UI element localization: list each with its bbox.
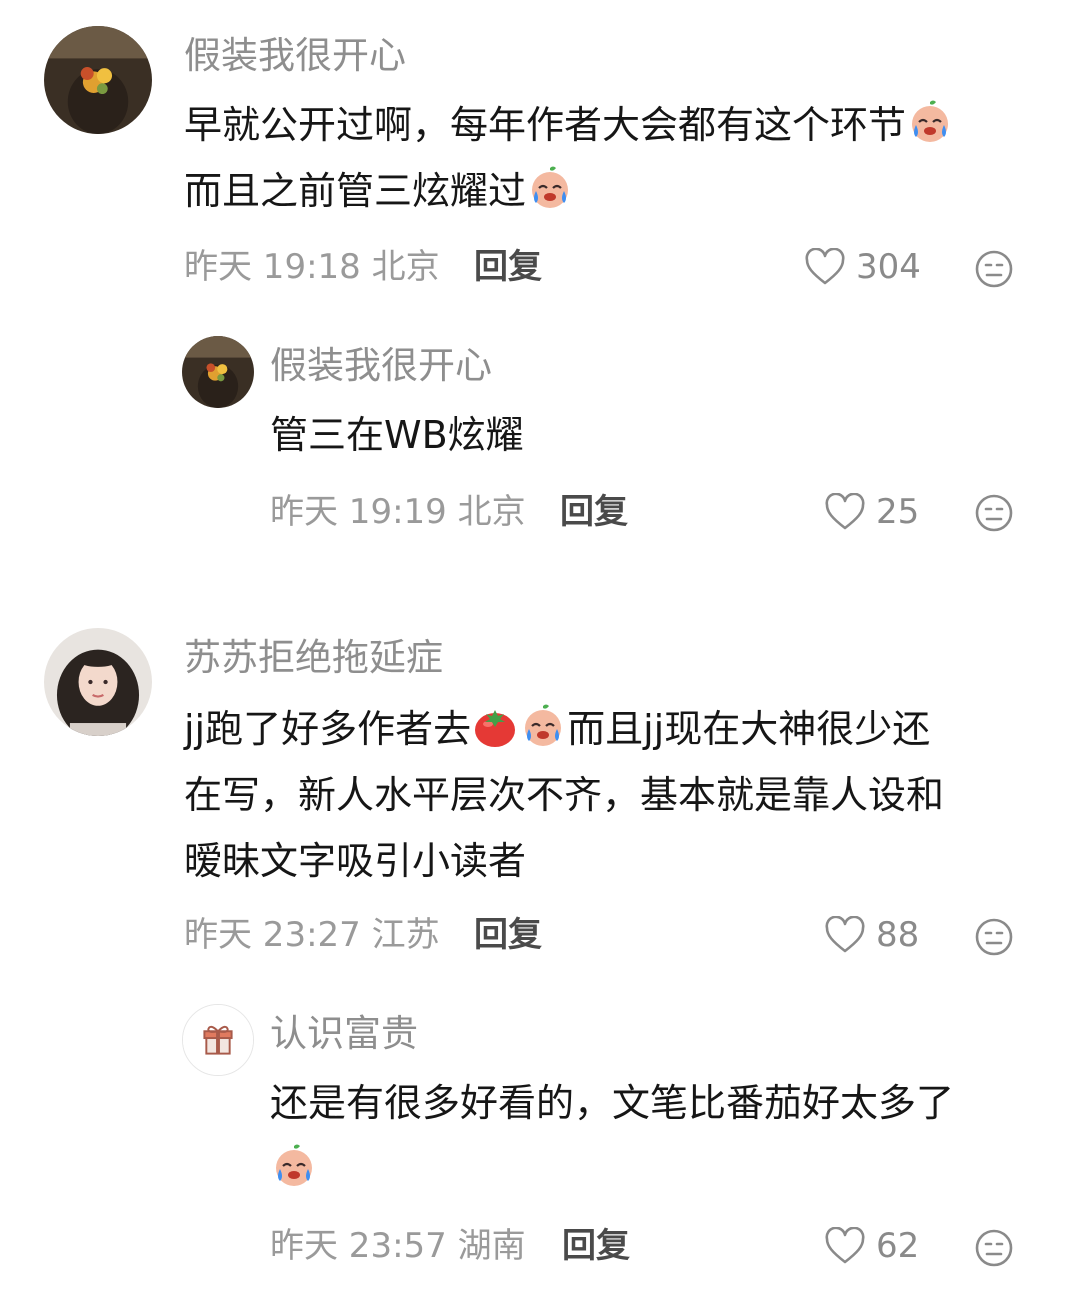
reply-button[interactable]: 回复 bbox=[562, 1229, 630, 1263]
comment-text: 早就公开过啊，每年作者大会都有这个环节 bbox=[184, 92, 954, 158]
heart-outline-icon bbox=[825, 493, 865, 530]
like-button[interactable]: 88 bbox=[824, 916, 919, 954]
neutral-face-icon[interactable] bbox=[974, 1228, 1014, 1268]
crying-face-emoji bbox=[526, 164, 574, 212]
reply-button[interactable]: 回复 bbox=[474, 250, 542, 284]
crying-face-emoji bbox=[906, 98, 954, 146]
neutral-face-icon[interactable] bbox=[974, 493, 1014, 533]
comment-text: 暧昧文字吸引小读者 bbox=[184, 839, 527, 883]
comment-text-line: jj跑了好多作者去 bbox=[184, 707, 472, 751]
avatar[interactable] bbox=[182, 1004, 254, 1076]
crying-face-emoji bbox=[270, 1142, 318, 1190]
comment-text: 还是有很多好看的，文笔比番茄好太多了 bbox=[270, 1081, 955, 1125]
tomato-emoji bbox=[471, 702, 519, 750]
heart-outline-icon bbox=[805, 248, 845, 285]
comment-text-line: 而且jj现在大神很少还 bbox=[567, 707, 931, 751]
username[interactable]: 苏苏拒绝拖延症 bbox=[184, 639, 443, 676]
avatar[interactable] bbox=[182, 336, 254, 408]
comment-time: 昨天 23:57 湖南 bbox=[270, 1226, 526, 1266]
comment-text: 而且之前管三炫耀过 bbox=[184, 158, 574, 224]
heart-outline-icon bbox=[825, 916, 865, 953]
neutral-face-icon[interactable] bbox=[974, 249, 1014, 289]
avatar[interactable] bbox=[44, 26, 152, 134]
like-count: 62 bbox=[876, 1226, 920, 1266]
comment-time: 昨天 19:19 北京 bbox=[270, 492, 526, 532]
comment-text-line: 早就公开过啊，每年作者大会都有这个环节 bbox=[184, 103, 907, 147]
heart-outline-icon bbox=[825, 1227, 865, 1264]
like-button[interactable]: 304 bbox=[804, 248, 921, 286]
like-count: 304 bbox=[856, 247, 921, 287]
username[interactable]: 假装我很开心 bbox=[184, 37, 406, 74]
like-button[interactable]: 25 bbox=[824, 493, 919, 531]
comment-time: 昨天 19:18 北京 bbox=[184, 247, 440, 287]
gift-icon bbox=[203, 1025, 233, 1055]
username[interactable]: 假装我很开心 bbox=[270, 347, 492, 384]
reply-button[interactable]: 回复 bbox=[560, 495, 628, 529]
comment-time: 昨天 23:27 江苏 bbox=[184, 915, 440, 955]
reply-button[interactable]: 回复 bbox=[474, 918, 542, 952]
comment-text: 在写，新人水平层次不齐，基本就是靠人设和 bbox=[184, 773, 945, 817]
comment-text-line: 而且之前管三炫耀过 bbox=[184, 169, 527, 213]
avatar[interactable] bbox=[44, 628, 152, 736]
like-button[interactable]: 62 bbox=[824, 1227, 919, 1265]
neutral-face-icon[interactable] bbox=[974, 917, 1014, 957]
crying-face-emoji bbox=[519, 702, 567, 750]
comment-text: jj跑了好多作者去 而且jj现在大神很少还 bbox=[184, 696, 930, 762]
username[interactable]: 认识富贵 bbox=[270, 1015, 418, 1052]
comment-text: 管三在WB炫耀 bbox=[270, 413, 524, 457]
like-count: 88 bbox=[876, 915, 920, 955]
comment-text bbox=[270, 1136, 318, 1202]
like-count: 25 bbox=[876, 492, 920, 532]
